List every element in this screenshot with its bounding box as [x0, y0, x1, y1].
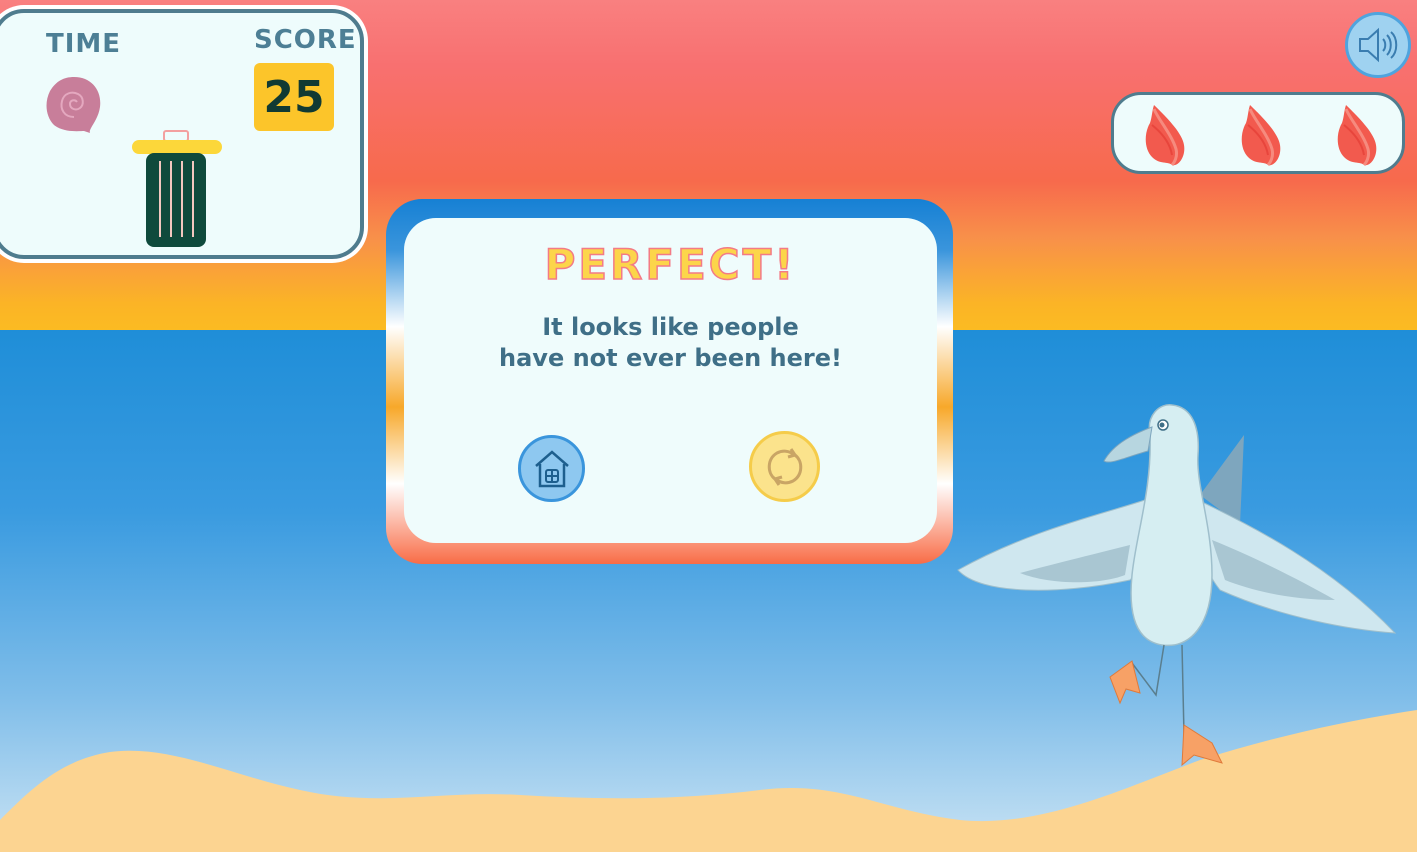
score-value: 25	[254, 63, 334, 131]
snail-shell-icon	[44, 73, 104, 139]
replay-icon	[767, 447, 802, 486]
sound-button[interactable]	[1345, 12, 1411, 78]
replay-button[interactable]	[749, 431, 820, 502]
conch-shell-icon	[1142, 103, 1188, 173]
time-label: TIME	[46, 29, 122, 59]
dialog-message: It looks like people have not ever been …	[404, 312, 937, 374]
seagull-character	[950, 395, 1400, 789]
lives-panel	[1111, 92, 1405, 174]
dialog-message-line2: have not ever been here!	[499, 344, 842, 372]
home-icon	[534, 449, 569, 487]
home-button[interactable]	[518, 435, 585, 502]
hud-panel: TIME SCORE 25	[0, 9, 364, 259]
speaker-icon	[1359, 27, 1398, 63]
dialog-title: PERFECT!	[544, 239, 797, 290]
result-dialog: PERFECT! It looks like people have not e…	[404, 218, 937, 543]
score-label: SCORE	[254, 25, 357, 55]
conch-shell-icon	[1334, 103, 1380, 173]
trash-bin-icon	[132, 129, 228, 253]
conch-shell-icon	[1238, 103, 1284, 173]
dialog-message-line1: It looks like people	[542, 313, 799, 341]
